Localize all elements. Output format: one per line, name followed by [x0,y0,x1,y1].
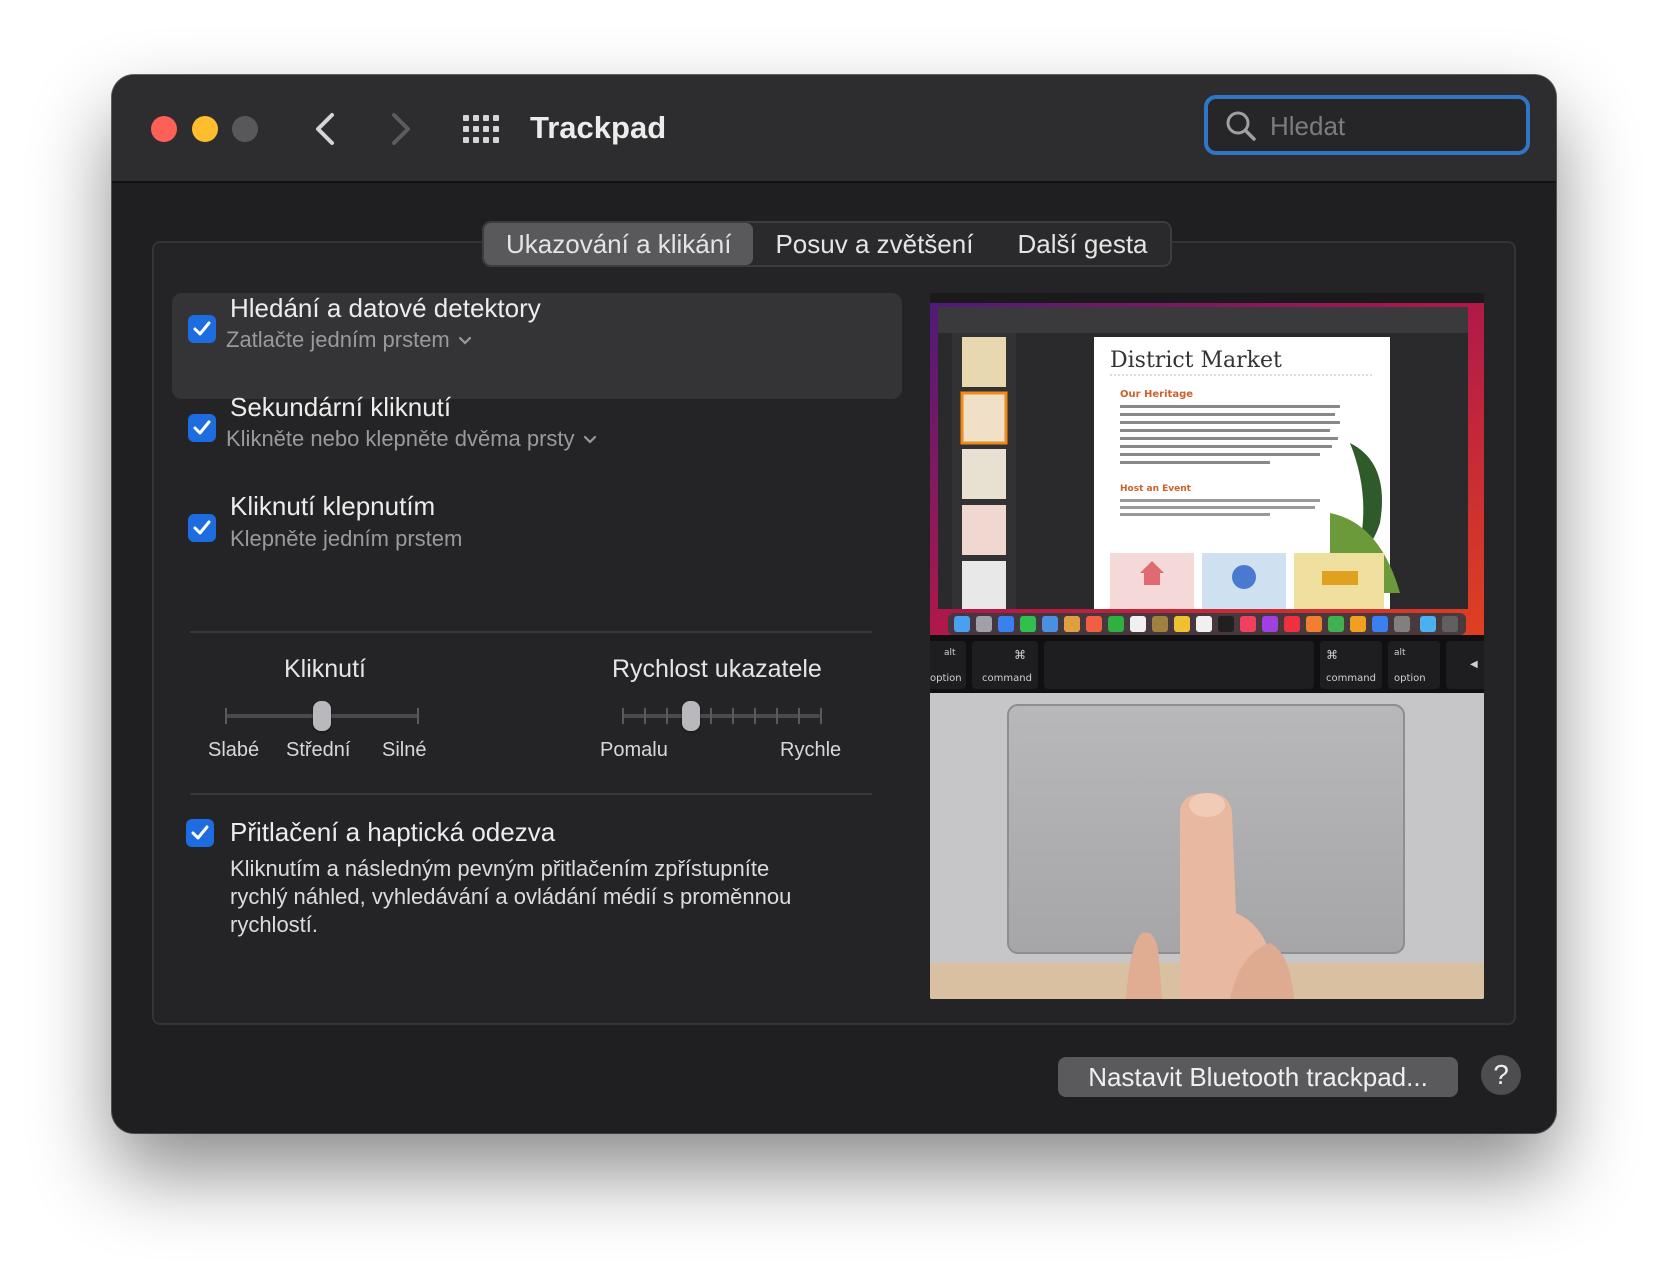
key-option-right: option [1394,673,1426,684]
search-field[interactable] [1204,95,1530,155]
help-button[interactable]: ? [1481,1055,1521,1095]
titlebar: Trackpad [112,75,1556,183]
close-button[interactable] [151,116,177,142]
search-input[interactable] [1268,99,1522,153]
zoom-button[interactable] [232,116,258,142]
tab-point-and-click[interactable]: Ukazování a klikání [484,223,754,265]
show-all-button[interactable] [462,113,500,145]
tap-to-click-title: Kliknutí klepnutím [230,491,436,521]
key-alt-right: alt [1394,648,1406,658]
click-slider-knob[interactable] [313,701,331,731]
key-cmd-symbol-left: ⌘ [1014,648,1026,662]
setup-bluetooth-trackpad-button[interactable]: Nastavit Bluetooth trackpad... [1058,1057,1458,1097]
key-alt-left: alt [944,648,956,658]
forward-button[interactable] [374,101,424,157]
tab-bar: Ukazování a klikání Posuv a zvětšení Dal… [482,221,1172,267]
click-slider-tick [225,708,227,724]
speed-slider-tick [820,708,822,724]
speed-slider-tick [644,708,646,724]
key-command-left: command [982,673,1032,684]
chevron-down-icon [458,337,471,345]
speed-slider-tick [666,708,668,724]
checkmark-icon [193,520,211,535]
lookup-dropdown[interactable]: Zatlačte jedním prstem [226,327,472,353]
click-slider-min-label: Slabé [208,739,260,761]
speed-slider-tick [776,708,778,724]
click-slider-mid-label: Střední [286,739,351,761]
speed-slider-track[interactable] [622,714,820,718]
minimize-button[interactable] [192,116,218,142]
chevron-right-icon [392,113,410,145]
secondary-click-subtitle: Klikněte nebo klepněte dvěma prsty [226,426,575,451]
secondary-click-checkbox[interactable] [188,414,216,442]
speed-slider-tick [754,708,756,724]
tab-scroll-and-zoom[interactable]: Posuv a zvětšení [753,223,995,265]
checkmark-icon [193,321,211,336]
click-slider-max-label: Silné [382,739,427,761]
force-touch-title: Přitlačení a haptická odezva [230,817,556,847]
chevron-down-icon [583,436,596,444]
speed-slider-max-label: Rychle [780,739,842,761]
speed-slider-tick [710,708,712,724]
speed-slider-knob[interactable] [682,701,701,731]
speed-slider-label: Rychlost ukazatele [612,655,822,683]
speed-slider-tick [798,708,800,724]
preview-doc-title: District Market [1110,348,1282,373]
checkmark-icon [193,420,211,435]
search-icon [1226,111,1256,141]
key-cmd-symbol-right: ⌘ [1326,648,1338,662]
tab-more-gestures[interactable]: Další gesta [995,223,1169,265]
speed-slider-tick [732,708,734,724]
secondary-click-title: Sekundární kliknutí [230,392,452,422]
back-button[interactable] [302,101,352,157]
preview-section-heritage: Our Heritage [1120,389,1193,400]
checkmark-icon [191,825,209,840]
window-title: Trackpad [530,110,667,145]
chevron-left-icon [316,113,334,145]
tap-to-click-subtitle: Klepněte jedním prstem [230,526,463,551]
lookup-subtitle: Zatlačte jedním prstem [226,327,450,352]
force-touch-description: Kliknutím a následným pevným přitlačením… [230,856,792,937]
divider [190,793,872,795]
divider [190,631,872,633]
lookup-checkbox[interactable] [188,315,216,343]
preview-section-event: Host an Event [1120,484,1192,494]
click-slider-tick [417,708,419,724]
click-slider-label: Kliknutí [284,655,366,683]
lookup-title: Hledání a datové detektory [230,293,541,323]
grid-icon [463,115,499,143]
tap-to-click-checkbox[interactable] [188,514,216,542]
key-command-right: command [1326,673,1376,684]
force-touch-checkbox[interactable] [186,819,214,847]
gesture-preview-video: District Market Our Heritage Host an Eve… [930,293,1484,999]
speed-slider-tick [622,708,624,724]
key-arrow-left: ◀ [1470,659,1478,670]
preferences-window: Trackpad Ukazování a klikání Posuv a zvě… [112,75,1556,1133]
speed-slider-min-label: Pomalu [600,739,668,761]
secondary-click-dropdown[interactable]: Klikněte nebo klepněte dvěma prsty [226,426,597,452]
key-option-left: option [930,673,962,684]
